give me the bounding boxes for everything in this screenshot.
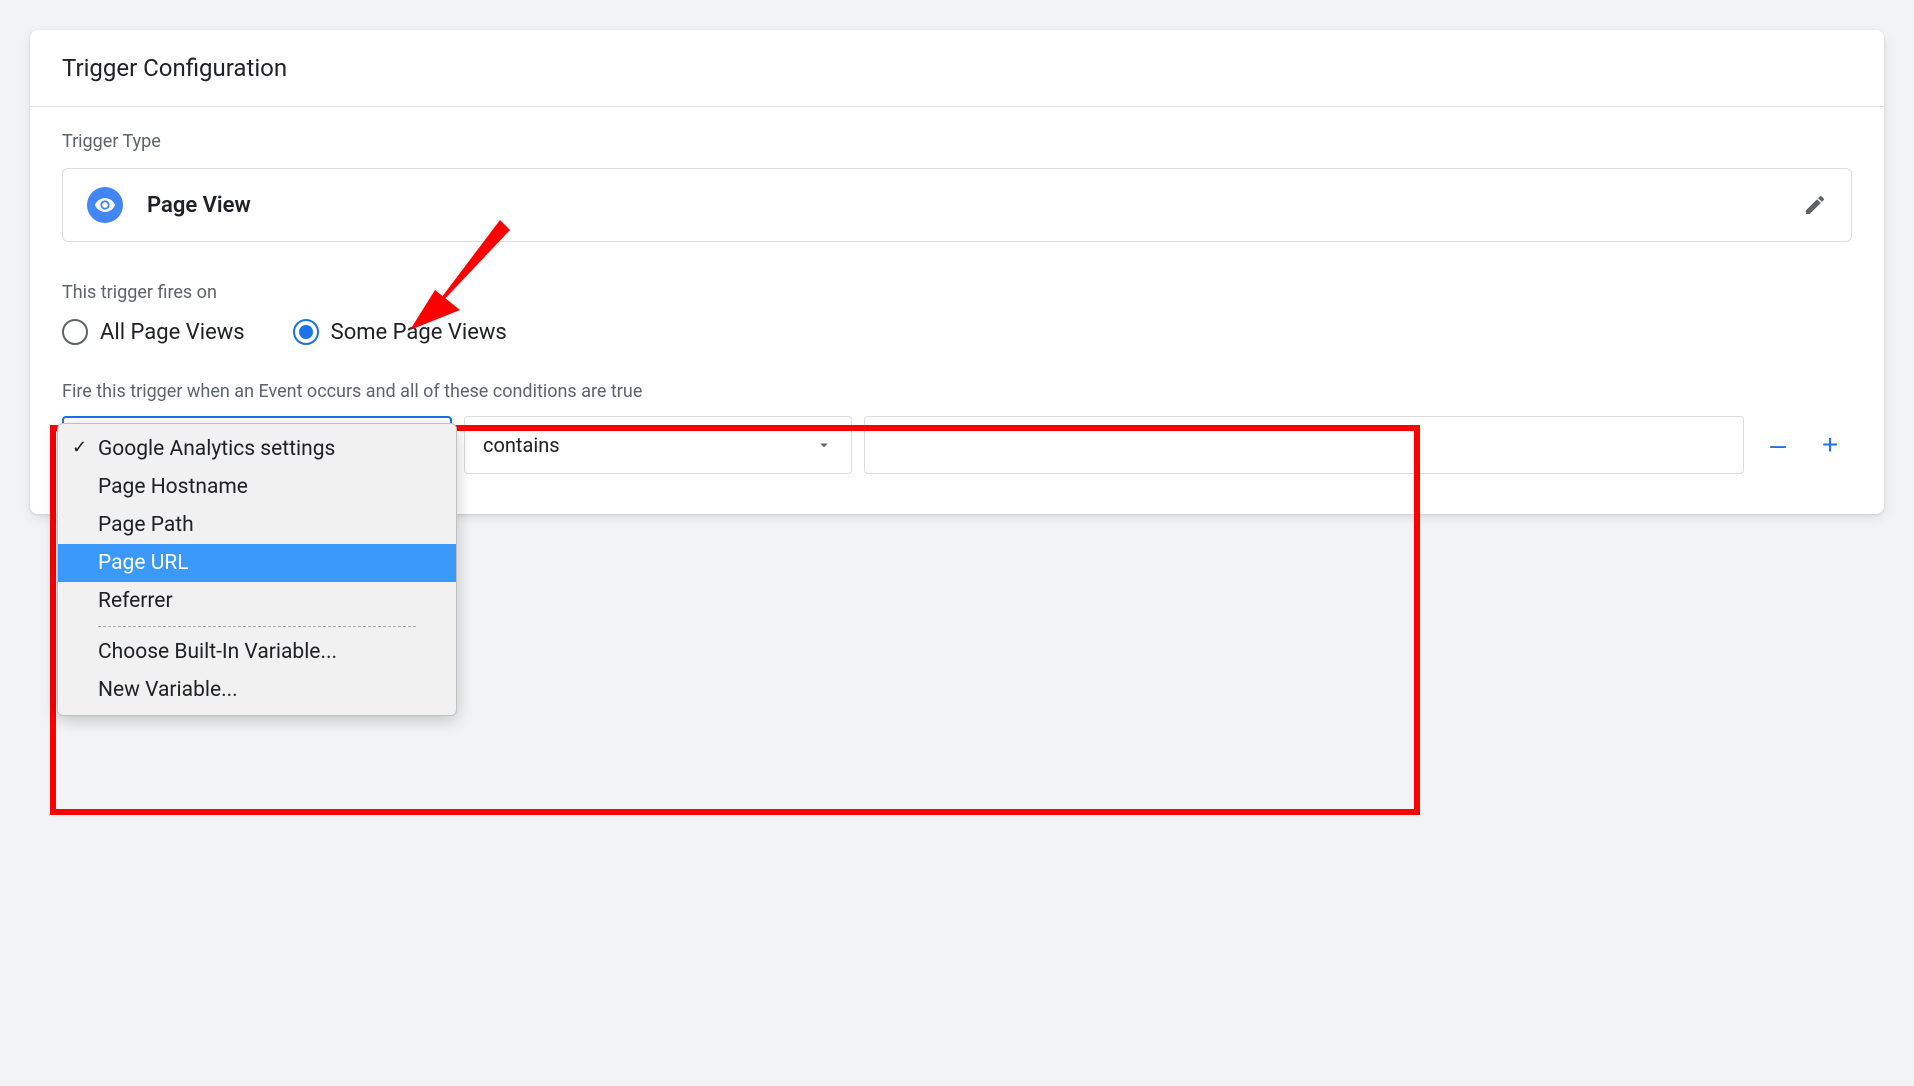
dropdown-item-referrer[interactable]: Referrer [58,582,456,620]
radio-some-page-views[interactable]: Some Page Views [293,319,507,345]
dropdown-item-page-url[interactable]: Page URL [58,544,456,582]
dropdown-item-ga-settings[interactable]: Google Analytics settings [58,430,456,468]
trigger-type-info: Page View [87,187,251,223]
add-condition-button[interactable]: + [1808,423,1852,467]
dropdown-item-page-hostname[interactable]: Page Hostname [58,468,456,506]
condition-label: Fire this trigger when an Event occurs a… [62,381,1852,402]
row-actions: – + [1756,423,1852,467]
radio-all-page-views[interactable]: All Page Views [62,319,245,345]
operator-value: contains [483,433,560,457]
radio-label: Some Page Views [331,320,507,345]
chevron-down-icon [815,436,833,454]
page-view-icon [87,187,123,223]
trigger-config-card: Trigger Configuration Trigger Type Page … [30,30,1884,514]
page-title: Trigger Configuration [62,54,1852,82]
radio-circle [62,319,88,345]
card-header: Trigger Configuration [30,30,1884,107]
dropdown-divider [98,626,416,627]
variable-dropdown-menu: Google Analytics settings Page Hostname … [57,423,457,716]
operator-select[interactable]: contains [464,416,852,474]
edit-icon[interactable] [1803,193,1827,217]
trigger-type-name: Page View [147,193,251,218]
trigger-type-selector[interactable]: Page View [62,168,1852,242]
card-body: Trigger Type Page View This trigger fire… [30,107,1884,514]
fires-on-label: This trigger fires on [62,282,1852,303]
dropdown-item-new-variable[interactable]: New Variable... [58,671,456,709]
remove-condition-button[interactable]: – [1756,423,1800,467]
fires-on-radio-group: All Page Views Some Page Views [62,319,1852,345]
dropdown-item-builtin-variable[interactable]: Choose Built-In Variable... [58,633,456,671]
condition-value-input[interactable] [864,416,1744,474]
radio-circle [293,319,319,345]
dropdown-item-page-path[interactable]: Page Path [58,506,456,544]
condition-section: Fire this trigger when an Event occurs a… [62,381,1852,474]
radio-label: All Page Views [100,320,245,345]
trigger-type-label: Trigger Type [62,131,1852,152]
